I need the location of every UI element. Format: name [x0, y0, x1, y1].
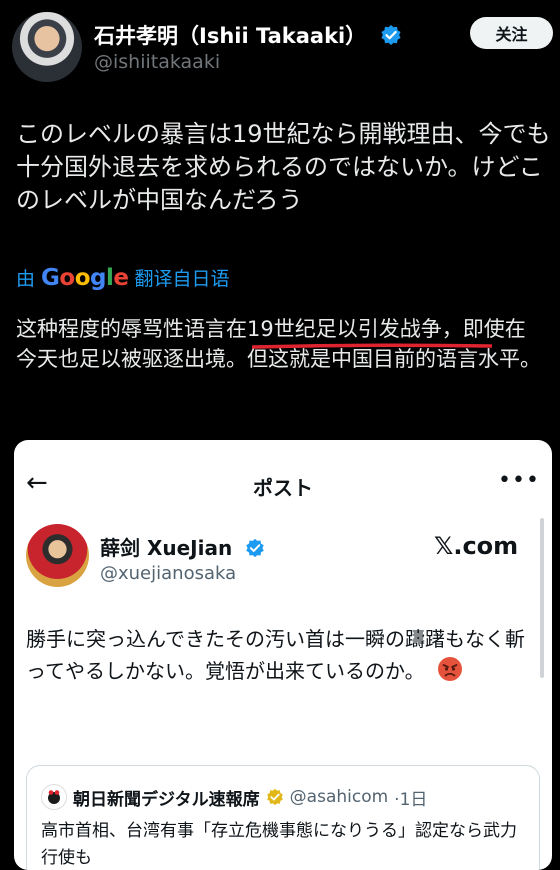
translated-prefix: 由 — [16, 268, 36, 290]
embedded-author-handle: @xuejianosaka — [100, 563, 237, 584]
quoted-author-handle: @asahicom — [289, 787, 389, 807]
author-handle[interactable]: @ishiitakaaki — [94, 51, 220, 73]
author-display-name: 石井孝明（Ishii Takaaki） — [94, 24, 367, 48]
verified-badge-icon — [246, 538, 264, 558]
more-icon: ••• — [498, 468, 540, 493]
post-text: このレベルの暴言は19世紀なら開戦理由、今でも十分国外退去を求められるのではない… — [16, 120, 551, 214]
author-avatar[interactable] — [12, 12, 82, 82]
quoted-post[interactable]: 朝日新聞デジタル速報席 @asahicom ·1日 高市首相、台湾有事「存立危機… — [26, 765, 540, 870]
angry-face-icon — [437, 657, 462, 681]
quoted-post-header: 朝日新聞デジタル速報席 @asahicom ·1日 — [41, 784, 427, 810]
embedded-post-text: 勝手に突っ込んできたその汚い首は一瞬の躊躇もなく斬ってやるしかない。覚悟が出来て… — [26, 623, 542, 687]
red-underline-annotation — [252, 343, 492, 349]
quoted-post-text: 高市首相、台湾有事「存立危機事態になりうる」認定なら武力行使も — [41, 821, 517, 868]
follow-button[interactable]: 关注 — [470, 17, 553, 49]
translation-attribution[interactable]: 由 Google 翻译自日语 — [16, 264, 230, 291]
embedded-author-display-name: 薛剑 XueJian — [100, 536, 233, 560]
verified-gold-badge-icon — [266, 788, 283, 806]
google-logo: Google — [41, 264, 129, 291]
author-name[interactable]: 石井孝明（Ishii Takaaki） — [94, 20, 402, 50]
embedded-title: ポスト — [253, 476, 313, 500]
embedded-post-screenshot[interactable]: ← ポスト ••• 薛剑 XueJian @xuejianosaka 𝕏.com… — [14, 440, 552, 870]
asahi-logo-icon — [41, 784, 67, 810]
embedded-author-avatar — [26, 524, 89, 587]
verified-badge-icon — [380, 25, 401, 45]
quoted-post-time: ·1日 — [394, 789, 428, 810]
x-com-watermark: 𝕏.com — [434, 532, 519, 560]
translated-suffix: 翻译自日语 — [134, 268, 230, 290]
embedded-top-bar: ← ポスト ••• — [14, 440, 552, 500]
embedded-author-name: 薛剑 XueJian — [100, 532, 265, 561]
quoted-author-name: 朝日新聞デジタル速報席 — [73, 789, 260, 810]
